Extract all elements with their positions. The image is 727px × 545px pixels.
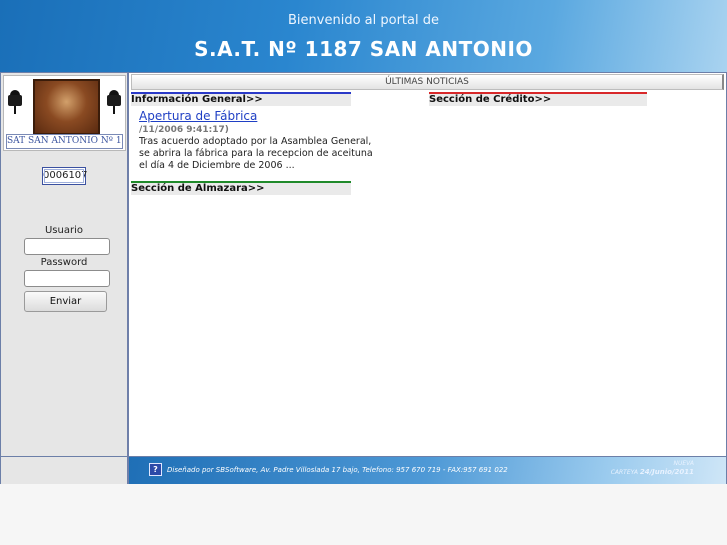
site-header: Bienvenido al portal de S.A.T. Nº 1187 S… bbox=[0, 0, 727, 72]
section-general-link[interactable]: Información General>> bbox=[131, 92, 351, 106]
footer-left bbox=[1, 456, 129, 484]
news-heading: ÚLTIMAS NOTICIAS bbox=[131, 74, 724, 90]
logo: SAT SAN ANTONIO Nº 1187 bbox=[3, 75, 126, 151]
footer-line2: CARTEYA bbox=[610, 469, 638, 476]
submit-button[interactable]: Enviar bbox=[24, 291, 107, 312]
password-input[interactable] bbox=[24, 270, 110, 287]
content-frame: SAT SAN ANTONIO Nº 1187 0006107 Usuario … bbox=[0, 72, 727, 484]
footer-line1: NUEVA bbox=[673, 460, 694, 467]
visit-counter: 0006107 bbox=[42, 167, 88, 185]
footer-date: 24/Junio/2011 bbox=[639, 468, 694, 476]
footer: ? Diseñado por SBSoftware, Av. Padre Vil… bbox=[129, 456, 726, 484]
username-label: Usuario bbox=[44, 225, 83, 236]
site-title: S.A.T. Nº 1187 SAN ANTONIO bbox=[194, 37, 533, 61]
article-text: Tras acuerdo adoptado por la Asamblea Ge… bbox=[139, 136, 373, 171]
main-content: ÚLTIMAS NOTICIAS Información General>> S… bbox=[129, 73, 726, 456]
password-label: Password bbox=[40, 257, 88, 268]
sidebar: SAT SAN ANTONIO Nº 1187 0006107 Usuario … bbox=[1, 73, 129, 456]
username-input[interactable] bbox=[24, 238, 110, 255]
lantern-icon bbox=[8, 90, 22, 114]
footer-location: NUEVA CARTEYA 24/Junio/2011 bbox=[611, 460, 694, 477]
logo-text: SAT SAN ANTONIO Nº 1187 bbox=[6, 134, 123, 149]
article-date: /11/2006 9:41:17) bbox=[139, 125, 229, 135]
section-almazara-link[interactable]: Sección de Almazara>> bbox=[131, 181, 351, 195]
help-icon[interactable]: ? bbox=[149, 463, 162, 476]
saint-image bbox=[33, 79, 100, 135]
welcome-text: Bienvenido al portal de bbox=[288, 13, 439, 28]
lantern-icon bbox=[107, 90, 121, 114]
article-title-link[interactable]: Apertura de Fábrica bbox=[139, 109, 257, 123]
designer-credit: Diseñado por SBSoftware, Av. Padre Villo… bbox=[167, 466, 508, 474]
section-credit-link[interactable]: Sección de Crédito>> bbox=[429, 92, 647, 106]
